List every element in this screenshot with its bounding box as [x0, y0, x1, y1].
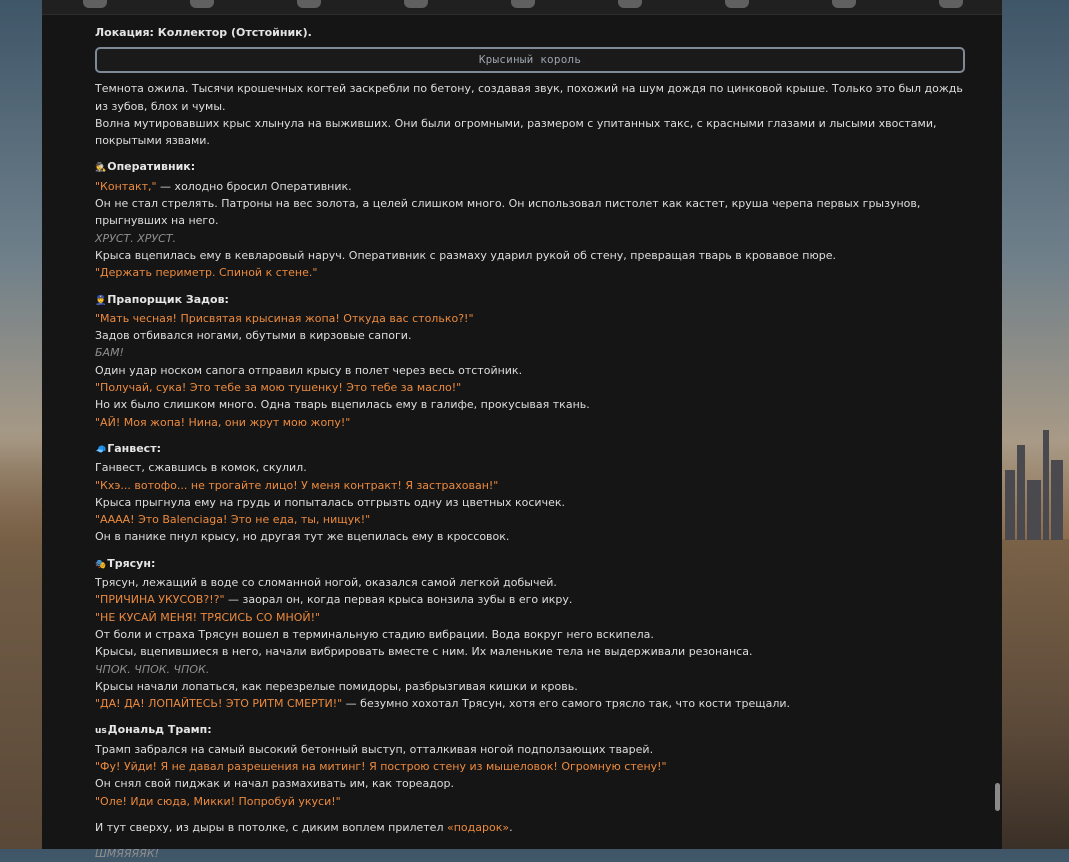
extensions-icon[interactable] — [511, 0, 535, 8]
dialogue-line: "ПРИЧИНА УКУСОВ?!?" — заорал он, когда п… — [95, 593, 573, 607]
speaker-name: 🕵️Оперативник: — [95, 160, 196, 174]
final-sound: ШМЯЯЯЯК! — [95, 847, 160, 861]
dialogue-line: "Кхэ... вотофо... не трогайте лицо! У ме… — [95, 478, 499, 492]
narration-line: Крыса прыгнула ему на грудь и попыталась… — [95, 495, 565, 509]
dialogue-line: "Фу! Уйди! Я не давал разрешения на мити… — [95, 759, 667, 773]
dialogue-line: "АААА! Это Balenciaga! Это не еда, ты, н… — [95, 513, 371, 527]
speaker-emoji-icon: 🎭 — [95, 559, 107, 570]
speaker-emoji-icon: 🕵️ — [95, 163, 107, 174]
background-ground-right — [1002, 539, 1069, 849]
background-ruins — [999, 420, 1069, 540]
sound-effect: ХРУСТ. ХРУСТ. — [95, 231, 177, 245]
narration-line: Крысы, вцепившиеся в него, начали вибрир… — [95, 645, 753, 659]
narration-line: От боли и страха Трясун вошел в терминал… — [95, 627, 654, 641]
narration-line: Задов отбивался ногами, обутыми в кирзов… — [95, 329, 412, 343]
narration-line: Трясун, лежащий в воде со сломанной ного… — [95, 576, 557, 590]
narration-line: Один удар носком сапога отправил крысу в… — [95, 363, 523, 377]
narration-line: Крысы начали лопаться, как перезрелые по… — [95, 679, 578, 693]
sound-effect: БАМ! — [95, 346, 124, 360]
story-panel: Локация: Коллектор (Отстойник). Крысиный… — [42, 0, 1002, 860]
speaker-emoji-icon: us — [95, 726, 107, 737]
gift-link[interactable]: «подарок» — [447, 821, 509, 834]
narration-line: Крыса вцепилась ему в кевларовый наруч. … — [95, 248, 836, 262]
background-ground-left — [0, 429, 42, 849]
scrollbar-thumb[interactable] — [995, 783, 1000, 811]
speaker-emoji-icon: 🧢 — [95, 444, 107, 455]
speaker-name: 🎭Трясун: — [95, 556, 156, 570]
narration-line: Но их было слишком много. Одна тварь вце… — [95, 398, 590, 412]
emoji-icon[interactable] — [832, 0, 856, 8]
dialogue-line: "Держать периметр. Спиной к стене." — [95, 266, 318, 280]
dice-icon[interactable] — [725, 0, 749, 8]
sound-effect: ЧПОК. ЧПОК. ЧПОК. — [95, 662, 210, 676]
location-line: Локация: Коллектор (Отстойник). — [95, 26, 312, 39]
intro-line: Темнота ожила. Тысячи крошечных когтей з… — [95, 82, 963, 113]
narration-line: Он не стал стрелять. Патроны на вес золо… — [95, 197, 921, 228]
narration-line: Ганвест, сжавшись в комок, скулил. — [95, 461, 307, 475]
dialogue-line: "Получай, сука! Это тебе за мою тушенку!… — [95, 381, 462, 395]
speaker-name: usДональд Трамп: — [95, 723, 212, 737]
narration-line: Он в панике пнул крысу, но другая тут же… — [95, 530, 510, 544]
narration-line: Он снял свой пиджак и начал размахивать … — [95, 777, 455, 791]
dialogue-line: "ДА! ДА! ЛОПАЙТЕСЬ! ЭТО РИТМ СМЕРТИ!" — … — [95, 697, 791, 711]
dialogue-line: "АЙ! Моя жопа! Нина, они жрут мою жопу!" — [95, 415, 351, 429]
outro-line: И тут сверху, из дыры в потолке, с диким… — [95, 820, 513, 834]
speaker-emoji-icon: 👮 — [95, 295, 107, 306]
dialogue-line: "Контакт," — холодно бросил Оперативник. — [95, 179, 352, 193]
toolbar — [42, 0, 1002, 15]
settings-icon[interactable] — [83, 0, 107, 8]
pin-icon[interactable] — [190, 0, 214, 8]
image-icon[interactable] — [618, 0, 642, 8]
dialogue-line: "Мать чесная! Присвятая крысиная жопа! О… — [95, 311, 474, 325]
font-icon[interactable] — [297, 0, 321, 8]
message-content: Локация: Коллектор (Отстойник). Крысиный… — [95, 24, 965, 862]
user-card-icon[interactable] — [939, 0, 963, 8]
speaker-name: 🧢Ганвест: — [95, 441, 161, 455]
dialogue-line: "Оле! Иди сюда, Микки! Попробуй укуси!" — [95, 794, 341, 808]
scene-title: Крысиный король — [95, 47, 965, 74]
dialogue-line: "НЕ КУСАЙ МЕНЯ! ТРЯСИСЬ СО МНОЙ!" — [95, 610, 321, 624]
intro-line: Волна мутировавших крыс хлынула на выжив… — [95, 116, 937, 148]
speaker-name: 👮Прапорщик Задов: — [95, 292, 229, 306]
narration-line: Трамп забрался на самый высокий бетонный… — [95, 742, 654, 756]
book-icon[interactable] — [404, 0, 428, 8]
